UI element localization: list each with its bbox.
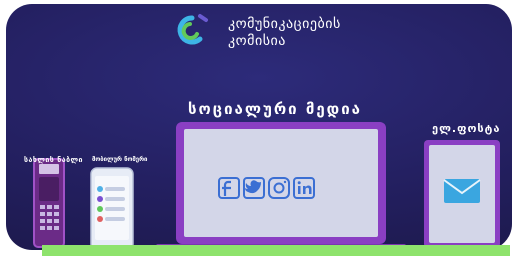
mobile-phone-icon [90, 167, 134, 250]
stage: კომუნიკაციების კომისია სოციალური მედია ს… [0, 0, 517, 256]
envelope-icon [443, 179, 481, 203]
home-phone-label: სახლის ნაბლი [24, 156, 83, 164]
logo-text: კომუნიკაციების კომისია [228, 16, 341, 50]
info-card: კომუნიკაციების კომისია სოციალური მედია ს… [6, 4, 512, 250]
green-panel [42, 245, 510, 256]
mobile-label: მობილურ ნომერი [92, 156, 148, 163]
social-media-heading: სოციალური მედია [188, 100, 362, 118]
landline-phone-icon [33, 158, 65, 248]
commission-logo-icon [177, 14, 208, 45]
laptop-icon [156, 122, 406, 250]
email-label: ელ.ფოსტა [432, 122, 501, 135]
logo-line-2: კომისია [228, 33, 286, 49]
logo-line-1: კომუნიკაციების [228, 16, 341, 32]
